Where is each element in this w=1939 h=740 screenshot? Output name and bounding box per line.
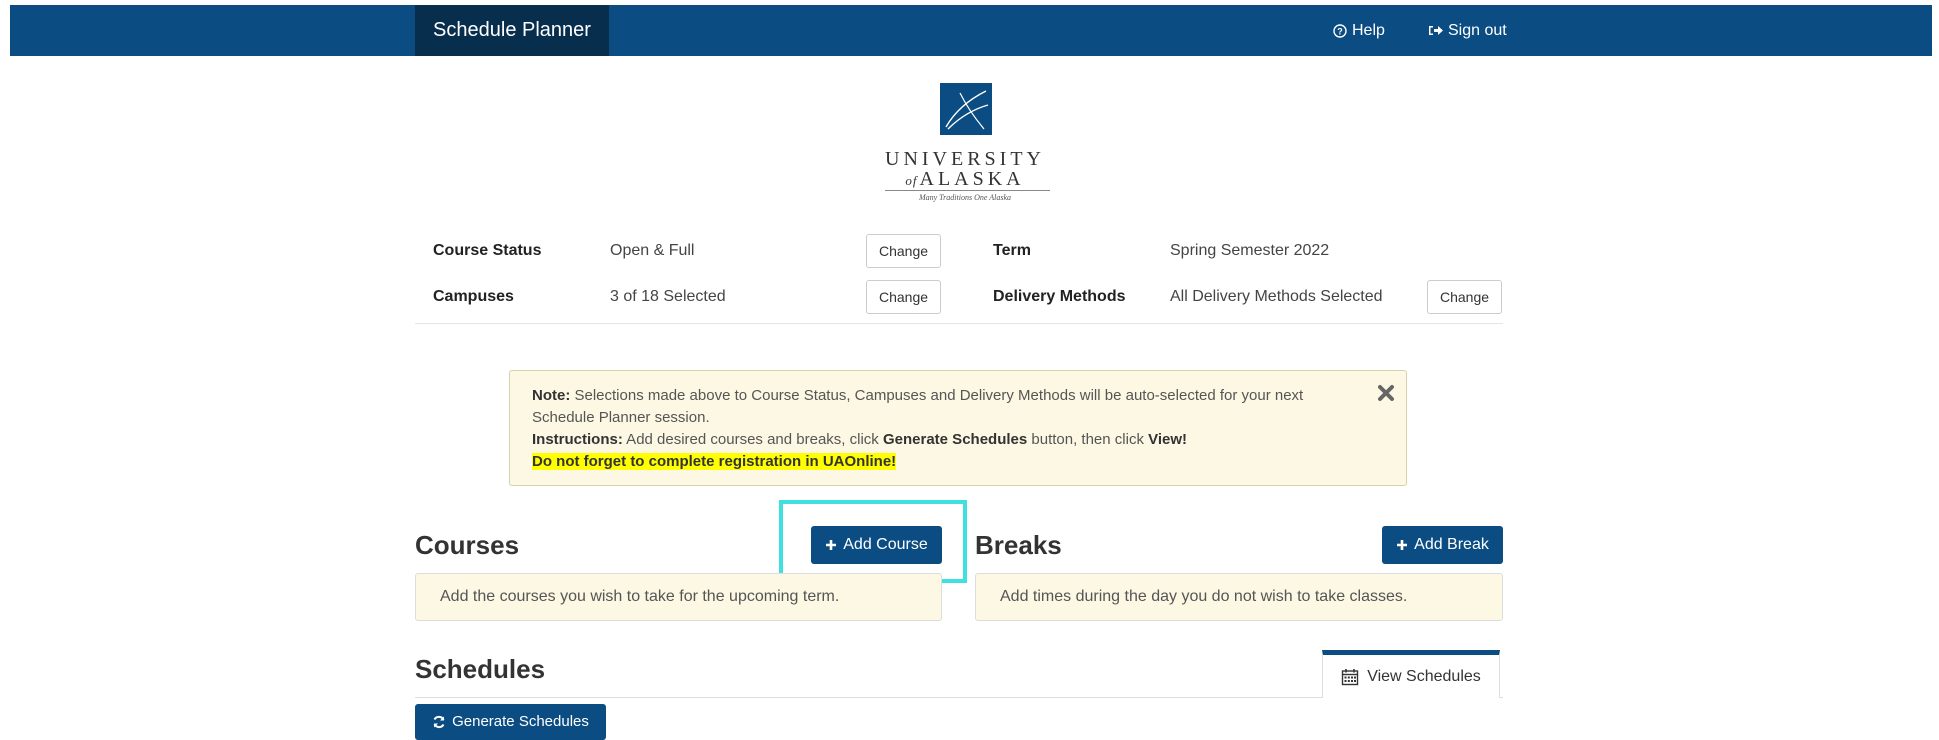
course-status-label: Course Status (433, 242, 542, 259)
change-course-status-button[interactable]: Change (866, 234, 941, 268)
campuses-value: 3 of 18 Selected (610, 288, 726, 305)
course-status-value: Open & Full (610, 242, 695, 259)
logo-of-text: of (905, 173, 918, 188)
logo-alaska-text: of ALASKA (870, 168, 1060, 191)
add-break-label: Add Break (1414, 536, 1489, 553)
campuses-label: Campuses (433, 288, 514, 305)
logo-tagline: Many Traditions One Alaska (918, 193, 1012, 202)
top-navbar (10, 5, 1932, 56)
term-value: Spring Semester 2022 (1170, 242, 1330, 259)
delivery-methods-value: All Delivery Methods Selected (1170, 288, 1383, 305)
registration-warning: Do not forget to complete registration i… (532, 453, 897, 470)
app-brand[interactable]: Schedule Planner (415, 5, 609, 56)
instructions-label: Instructions: (532, 431, 623, 448)
note-text: Selections made above to Course Status, … (532, 387, 1304, 426)
note-alert: Note: Selections made above to Course St… (509, 370, 1407, 486)
delivery-methods-label: Delivery Methods (993, 288, 1126, 305)
generate-schedules-button[interactable]: Generate Schedules (415, 704, 606, 740)
sign-out-link[interactable]: Sign out (1428, 5, 1507, 56)
schedules-heading: Schedules (415, 654, 546, 684)
courses-empty-well: Add the courses you wish to take for the… (415, 573, 942, 621)
help-label: Help (1352, 22, 1385, 39)
instructions-bold-generate: Generate Schedules (882, 431, 1028, 448)
question-circle-icon: ? (1333, 23, 1347, 38)
logo-divider (885, 190, 1050, 191)
logo-alaska-word: ALASKA (919, 168, 1025, 190)
plus-icon (1397, 540, 1408, 550)
sign-out-label: Sign out (1448, 22, 1507, 39)
university-logo-mark (940, 83, 992, 135)
breaks-empty-well: Add times during the day you do not wish… (975, 573, 1503, 621)
term-label: Term (993, 242, 1031, 259)
refresh-icon (433, 715, 445, 729)
instructions-bold-view: View! (1148, 431, 1188, 448)
change-delivery-methods-button[interactable]: Change (1427, 280, 1502, 314)
note-label: Note: (532, 387, 571, 404)
add-break-button[interactable]: Add Break (1382, 526, 1503, 564)
logo-swoosh-icon (945, 90, 989, 130)
view-schedules-label: View Schedules (1367, 667, 1481, 685)
change-campuses-button[interactable]: Change (866, 280, 941, 314)
instructions-text-2: button, then click (1027, 431, 1149, 448)
breaks-heading: Breaks (975, 530, 1062, 560)
instructions-text-1: Add desired courses and breaks, click (622, 431, 883, 448)
settings-divider (415, 323, 1503, 324)
sign-out-icon (1429, 26, 1443, 35)
calendar-icon (1342, 668, 1359, 685)
add-course-highlight (779, 500, 967, 583)
close-icon[interactable] (1376, 383, 1396, 403)
svg-text:?: ? (1337, 26, 1343, 36)
help-link[interactable]: ? Help (1333, 5, 1385, 56)
courses-heading: Courses (415, 530, 520, 560)
generate-schedules-label: Generate Schedules (452, 713, 589, 730)
view-schedules-tab[interactable]: View Schedules (1322, 650, 1500, 698)
